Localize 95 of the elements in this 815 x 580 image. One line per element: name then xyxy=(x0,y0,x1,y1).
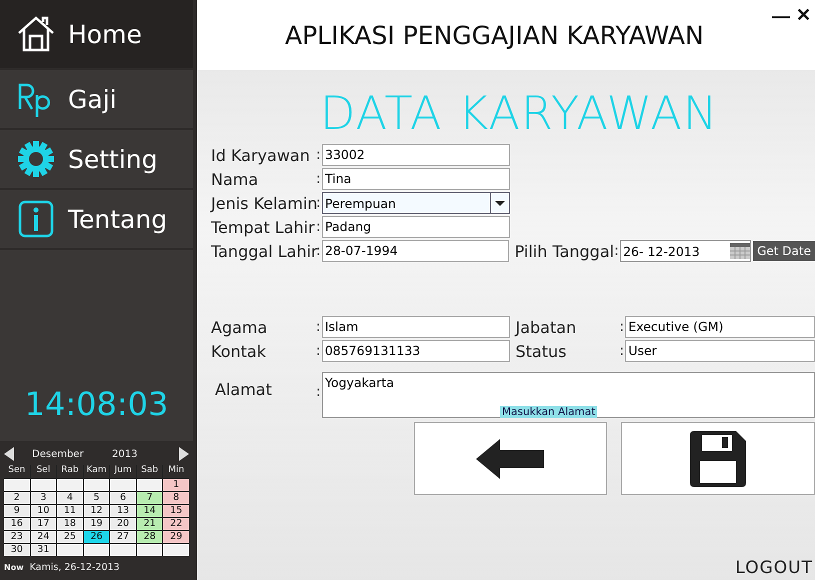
day-cell[interactable]: 14 xyxy=(136,505,162,517)
day-cell[interactable]: 27 xyxy=(110,531,136,543)
current-date: Kamis, 26-12-2013 xyxy=(30,562,120,572)
day-cell[interactable]: 25 xyxy=(57,531,83,543)
now-label: Now xyxy=(4,562,24,572)
input-field[interactable]: Executive (GM) xyxy=(625,316,815,338)
field-label: Tempat Lahir xyxy=(211,218,316,236)
day-cell[interactable]: 16 xyxy=(4,518,30,530)
menu-item[interactable]: Home xyxy=(0,0,193,70)
weekday-label: Sen xyxy=(4,465,30,478)
menu-item[interactable]: Tentang xyxy=(0,190,193,250)
weekday-label: Rab xyxy=(57,465,83,478)
input-field[interactable]: Islam xyxy=(322,316,510,338)
weekday-label: Sab xyxy=(136,465,162,478)
day-cell[interactable]: 3 xyxy=(30,492,56,504)
day-cell[interactable]: 6 xyxy=(110,492,136,504)
page-heading: DATA KARYAWAN xyxy=(320,86,720,140)
day-cell[interactable]: 15 xyxy=(163,505,189,517)
window-title: APLIKASI PENGGAJIAN KARYAWAN xyxy=(285,20,704,50)
next-month-icon[interactable] xyxy=(179,447,189,461)
field-label: Pilih Tanggal xyxy=(514,242,614,260)
day-cell[interactable]: 10 xyxy=(30,505,56,517)
day-cell[interactable]: 26 xyxy=(84,531,110,543)
back-button[interactable] xyxy=(414,422,607,495)
field-label: Agama xyxy=(211,318,268,336)
field-label: Nama xyxy=(211,170,260,188)
day-cell[interactable]: 20 xyxy=(110,518,136,530)
tooltip: Masukkan Alamat xyxy=(500,406,598,418)
previous-month-icon[interactable] xyxy=(4,447,14,461)
day-cell[interactable]: 19 xyxy=(84,518,110,530)
colon: : xyxy=(316,319,322,335)
day-cell[interactable]: 7 xyxy=(136,492,162,504)
day-cell[interactable]: 8 xyxy=(163,492,189,504)
day-cell[interactable]: 21 xyxy=(136,518,162,530)
field-label: Jabatan xyxy=(516,318,578,336)
colon: : xyxy=(316,147,322,163)
menu-item[interactable]: Setting xyxy=(0,130,193,190)
weekday-label: Jum xyxy=(110,465,136,478)
day-cell[interactable]: 5 xyxy=(84,492,110,504)
field-label: Id Karyawan xyxy=(211,146,311,164)
colon: : xyxy=(316,195,322,211)
colon: : xyxy=(316,384,322,400)
colon: : xyxy=(316,171,322,187)
input-field[interactable]: 28-07-1994 xyxy=(322,240,509,262)
dropdown[interactable]: Perempuan xyxy=(322,192,510,214)
calendar-icon[interactable] xyxy=(730,243,750,259)
gear-icon xyxy=(16,139,56,179)
day-cell[interactable]: 31 xyxy=(30,544,56,556)
day-cell[interactable]: 29 xyxy=(163,531,189,543)
weekday-label: Kam xyxy=(84,465,110,478)
field-label: Jenis Kelamin xyxy=(211,194,316,212)
colon: : xyxy=(614,243,620,259)
day-cell[interactable]: 12 xyxy=(84,505,110,517)
left-arrow-icon xyxy=(476,438,546,478)
colon: : xyxy=(619,319,626,335)
day-cell[interactable]: 22 xyxy=(163,518,189,530)
colon: : xyxy=(316,243,322,259)
logout-button[interactable]: LOGOUT xyxy=(733,558,815,580)
day-cell[interactable]: 24 xyxy=(30,531,56,543)
day-cell[interactable]: 13 xyxy=(110,505,136,517)
day-cell[interactable]: 17 xyxy=(30,518,56,530)
clock-time: 14:08:03 xyxy=(24,385,170,423)
input-field[interactable]: 085769131133 xyxy=(322,340,510,362)
input-field[interactable]: 33002 xyxy=(322,144,510,166)
date-field[interactable]: 26- 12-2013 xyxy=(620,240,752,262)
day-cell[interactable]: 28 xyxy=(136,531,162,543)
field-label: Status xyxy=(516,342,568,360)
month-label: Desember xyxy=(32,448,85,460)
colon: : xyxy=(619,343,626,359)
day-cell[interactable]: 18 xyxy=(57,518,83,530)
day-cell[interactable]: 23 xyxy=(4,531,30,543)
field-label: Kontak xyxy=(211,342,267,360)
year-label: 2013 xyxy=(112,448,138,460)
day-cell[interactable]: 30 xyxy=(4,544,30,556)
close-button[interactable]: ✕ xyxy=(794,2,813,27)
info-icon xyxy=(16,199,56,239)
minimize-button[interactable]: — xyxy=(770,6,792,27)
day-cell[interactable]: 4 xyxy=(57,492,83,504)
input-field[interactable]: Padang xyxy=(322,216,510,238)
get-date-button[interactable]: Get Date xyxy=(753,241,815,261)
field-label: Tanggal Lahir xyxy=(211,242,316,260)
save-button[interactable] xyxy=(621,422,815,495)
field-label: Alamat xyxy=(215,380,273,399)
weekday-label: Min xyxy=(163,465,189,478)
input-field[interactable]: Tina xyxy=(322,168,510,190)
day-cell[interactable]: 11 xyxy=(57,505,83,517)
day-cell[interactable]: 9 xyxy=(4,505,30,517)
day-cell[interactable]: 1 xyxy=(163,479,189,491)
colon: : xyxy=(316,219,322,235)
menu-item[interactable]: Gaji xyxy=(0,70,193,130)
weekday-label: Sel xyxy=(30,465,56,478)
input-field[interactable]: User xyxy=(625,340,815,362)
house-icon xyxy=(16,14,56,54)
day-cell[interactable]: 2 xyxy=(4,492,30,504)
colon: : xyxy=(316,343,322,359)
